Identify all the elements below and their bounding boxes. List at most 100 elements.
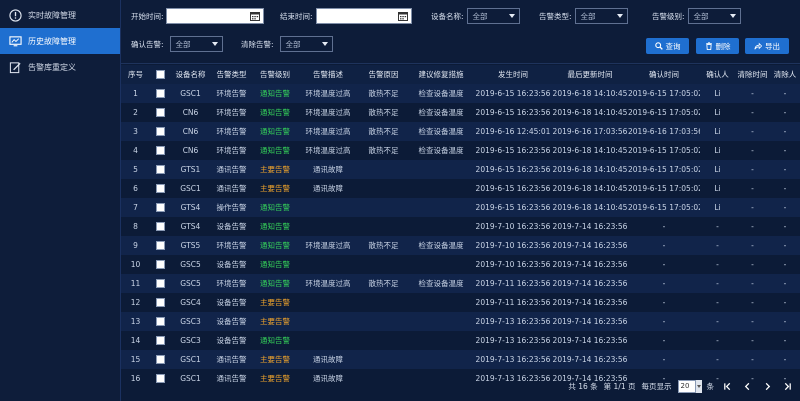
col-header-clear-time: 清除时间 xyxy=(735,65,770,84)
row-checkbox[interactable] xyxy=(156,241,165,251)
cell-fix-suggestion xyxy=(408,160,474,179)
table-row[interactable]: 3 CN6 环境告警 通知告警 环境温度过高 散热不足 检查设备温度 2019-6-16 12… xyxy=(121,122,800,141)
sidebar-item-realtime-fault[interactable]: 实时故障管理 xyxy=(0,2,120,28)
row-checkbox-cell[interactable] xyxy=(150,217,171,236)
row-checkbox[interactable] xyxy=(156,374,165,384)
table-row[interactable]: 12 GSC4 设备告警 主要告警 2019-7-11 16:23:56 2019-7-1… xyxy=(121,293,800,312)
row-checkbox-cell[interactable] xyxy=(150,179,171,198)
query-button[interactable]: 查询 xyxy=(646,38,689,54)
next-page-button[interactable] xyxy=(760,379,774,393)
cell-last-update: 2019-6-18 14:10:45 xyxy=(552,84,628,103)
row-checkbox-cell[interactable] xyxy=(150,331,171,350)
row-checkbox[interactable] xyxy=(156,279,165,289)
cell-device-name: GSC3 xyxy=(171,331,210,350)
calendar-icon[interactable] xyxy=(249,11,260,21)
row-checkbox[interactable] xyxy=(156,260,165,270)
cell-alarm-type: 设备告警 xyxy=(210,312,253,331)
table-row[interactable]: 9 GTS5 环境告警 通知告警 环境温度过高 散热不足 检查设备温度 2019-7-10 1… xyxy=(121,236,800,255)
row-checkbox-cell[interactable] xyxy=(150,312,171,331)
row-checkbox[interactable] xyxy=(156,165,165,175)
select-all-checkbox-cell[interactable] xyxy=(150,65,171,84)
table-row[interactable]: 5 GTS1 通讯告警 主要告警 通讯故障 2019-6-15 16:23:56 2019-… xyxy=(121,160,800,179)
cell-device-name: GSC5 xyxy=(171,255,210,274)
row-checkbox[interactable] xyxy=(156,89,165,99)
end-time-label: 结束时间: xyxy=(280,11,313,21)
row-checkbox[interactable] xyxy=(156,355,165,365)
calendar-icon[interactable] xyxy=(397,11,408,21)
row-checkbox[interactable] xyxy=(156,108,165,118)
clear-alarm-select[interactable]: 全部 xyxy=(279,36,333,52)
cell-confirm-time: - xyxy=(628,293,700,312)
row-checkbox[interactable] xyxy=(156,336,165,346)
row-checkbox-cell[interactable] xyxy=(150,369,171,388)
row-checkbox[interactable] xyxy=(156,184,165,194)
first-page-button[interactable] xyxy=(720,379,734,393)
row-checkbox-cell[interactable] xyxy=(150,293,171,312)
row-checkbox-cell[interactable] xyxy=(150,122,171,141)
table-row[interactable]: 1 GSC1 环境告警 通知告警 环境温度过高 散热不足 检查设备温度 2019-6-15 1… xyxy=(121,84,800,103)
cell-clear-time: - xyxy=(735,236,770,255)
cell-confirmer: Li xyxy=(700,103,735,122)
cell-alarm-desc: 环境温度过高 xyxy=(297,122,359,141)
chevron-down-icon xyxy=(729,14,736,18)
select-all-checkbox[interactable] xyxy=(156,70,165,80)
sidebar-item-alarm-redefine[interactable]: 告警库重定义 xyxy=(0,54,120,80)
table-row[interactable]: 11 GSC5 环境告警 通知告警 环境温度过高 散热不足 检查设备温度 2019-7-11 … xyxy=(121,274,800,293)
cell-alarm-level: 通知告警 xyxy=(253,103,297,122)
row-checkbox[interactable] xyxy=(156,146,165,156)
cell-alarm-reason: 散热不足 xyxy=(359,103,408,122)
row-checkbox-cell[interactable] xyxy=(150,274,171,293)
cell-clear-time: - xyxy=(735,331,770,350)
cell-alarm-level: 主要告警 xyxy=(253,293,297,312)
row-checkbox-cell[interactable] xyxy=(150,255,171,274)
prev-page-button[interactable] xyxy=(740,379,754,393)
row-checkbox-cell[interactable] xyxy=(150,198,171,217)
start-time-input[interactable] xyxy=(165,8,264,24)
row-checkbox[interactable] xyxy=(156,203,165,213)
table-row[interactable]: 6 GSC1 通讯告警 主要告警 通讯故障 2019-6-15 16:23:56 2019-… xyxy=(121,179,800,198)
chevron-down-icon xyxy=(616,14,623,18)
cell-occur-time: 2019-7-13 16:23:56 xyxy=(474,312,552,331)
cell-fix-suggestion xyxy=(408,255,474,274)
cell-alarm-desc xyxy=(297,331,359,350)
cell-alarm-type: 设备告警 xyxy=(210,217,253,236)
table-row[interactable]: 14 GSC3 设备告警 通知告警 2019-7-13 16:23:56 2019-7-1… xyxy=(121,331,800,350)
row-checkbox[interactable] xyxy=(156,127,165,137)
table-row[interactable]: 4 CN6 环境告警 通知告警 环境温度过高 散热不足 检查设备温度 2019-6-15 16… xyxy=(121,141,800,160)
page-size-input[interactable]: 20 xyxy=(677,379,696,393)
row-checkbox-cell[interactable] xyxy=(150,84,171,103)
last-page-button[interactable] xyxy=(780,379,794,393)
per-page-label: 每页显示 xyxy=(641,381,672,391)
cell-confirmer: Li xyxy=(700,179,735,198)
table-row[interactable]: 8 GTS4 设备告警 通知告警 2019-7-10 16:23:56 2019-7-14… xyxy=(121,217,800,236)
cell-device-name: GSC1 xyxy=(171,350,210,369)
cell-alarm-reason: 散热不足 xyxy=(359,274,408,293)
cell-last-update: 2019-6-18 14:10:45 xyxy=(552,160,628,179)
cell-clearer: - xyxy=(770,236,800,255)
table-row[interactable]: 7 GTS4 操作告警 通知告警 2019-6-15 16:23:56 2019-6-18… xyxy=(121,198,800,217)
export-button[interactable]: 导出 xyxy=(745,38,789,54)
confirm-alarm-select[interactable]: 全部 xyxy=(169,36,223,52)
row-checkbox-cell[interactable] xyxy=(150,103,171,122)
table-row[interactable]: 13 GSC3 设备告警 主要告警 2019-7-13 16:23:56 2019-7-1… xyxy=(121,312,800,331)
end-time-input[interactable] xyxy=(315,8,412,24)
table-row[interactable]: 15 GSC1 通讯告警 主要告警 通讯故障 2019-7-13 16:23:56 2019… xyxy=(121,350,800,369)
alarm-type-select[interactable]: 全部 xyxy=(574,8,628,24)
row-checkbox-cell[interactable] xyxy=(150,141,171,160)
table-row[interactable]: 2 CN6 环境告警 通知告警 环境温度过高 散热不足 检查设备温度 2019-6-15 16… xyxy=(121,103,800,122)
chevron-down-icon[interactable] xyxy=(695,379,702,393)
row-checkbox-cell[interactable] xyxy=(150,160,171,179)
alarm-level-select[interactable]: 全部 xyxy=(687,8,741,24)
sidebar-item-history-fault[interactable]: 历史故障管理 xyxy=(0,28,120,54)
cell-confirm-time: 2019-6-15 17:05:02 xyxy=(628,179,700,198)
row-checkbox[interactable] xyxy=(156,298,165,308)
row-checkbox-cell[interactable] xyxy=(150,350,171,369)
delete-button[interactable]: 删除 xyxy=(696,38,739,54)
cell-alarm-type: 通讯告警 xyxy=(210,179,253,198)
row-checkbox[interactable] xyxy=(156,222,165,232)
row-checkbox-cell[interactable] xyxy=(150,236,171,255)
cell-fix-suggestion: 检查设备温度 xyxy=(408,236,474,255)
device-name-select[interactable]: 全部 xyxy=(466,8,520,24)
row-checkbox[interactable] xyxy=(156,317,165,327)
table-row[interactable]: 10 GSC5 设备告警 通知告警 2019-7-10 16:23:56 2019-7-1… xyxy=(121,255,800,274)
